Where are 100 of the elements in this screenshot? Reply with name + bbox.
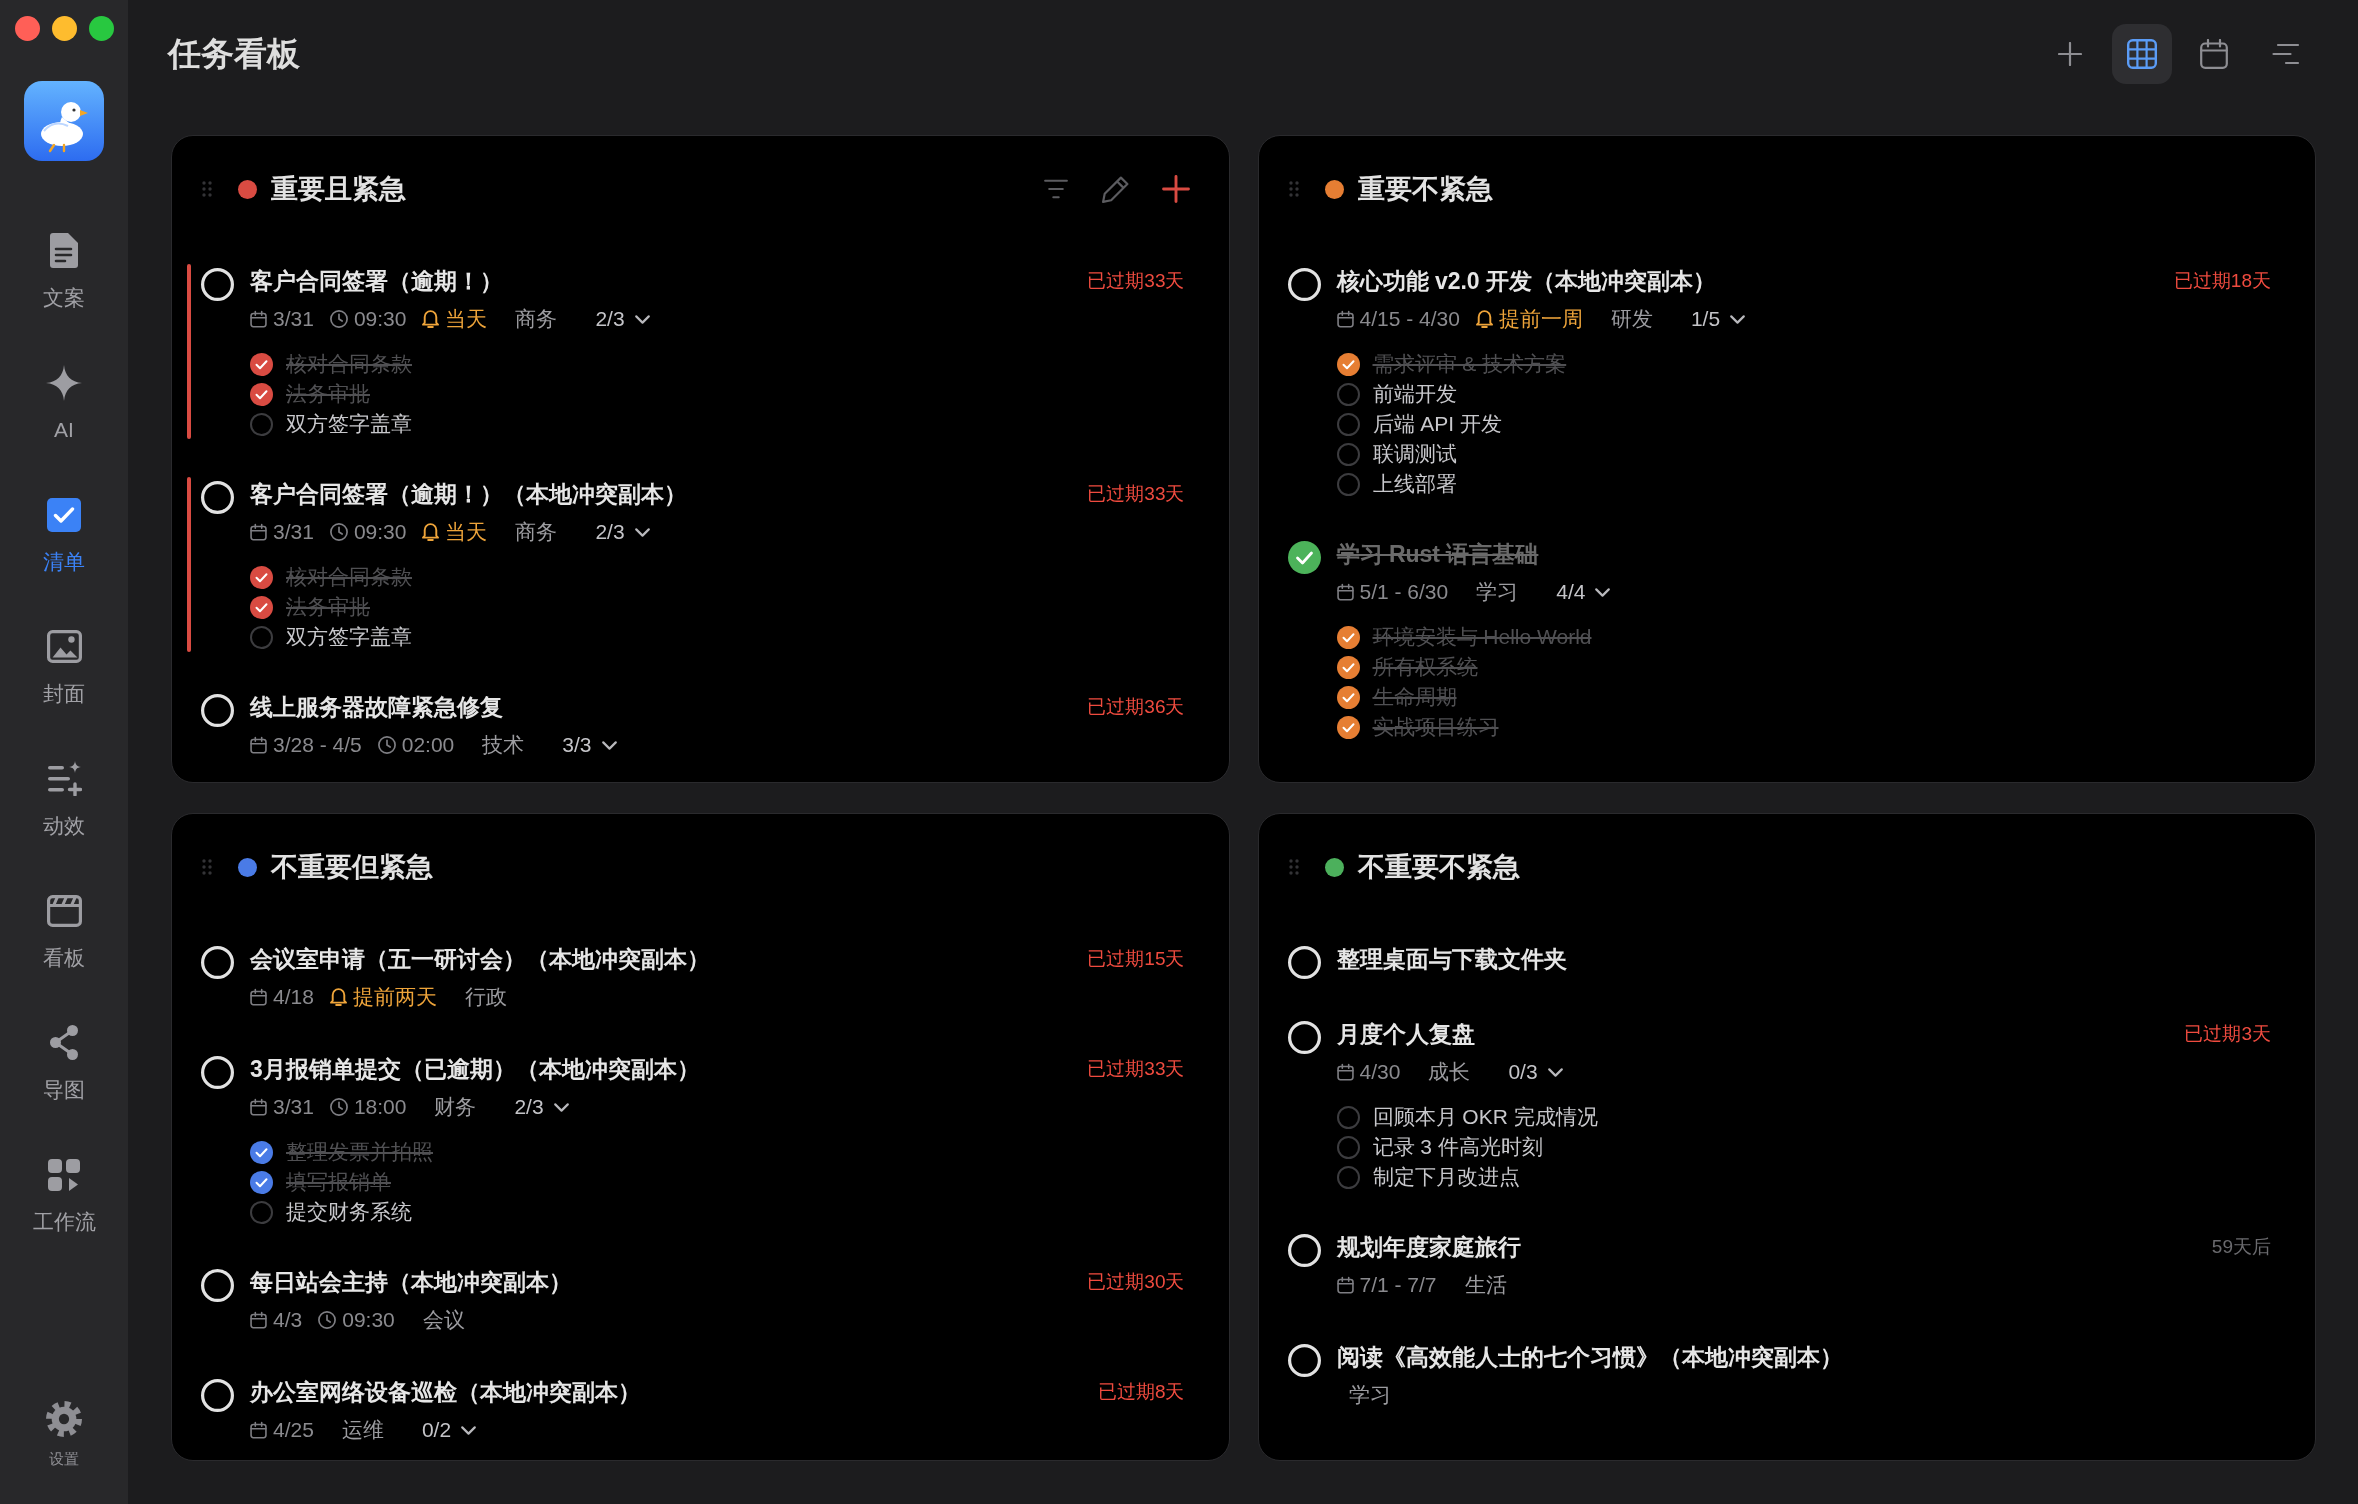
task-checkbox[interactable]	[1287, 946, 1321, 979]
subtask-checkbox[interactable]	[1336, 685, 1360, 709]
chevron-down-icon	[1595, 587, 1611, 597]
subtask-checkbox[interactable]	[250, 595, 273, 619]
sidebar-nav-item[interactable]: AI	[14, 363, 114, 444]
due-label: 59天后	[2211, 1235, 2271, 1259]
task-title: 线上服务器故障紧急修复	[250, 693, 503, 722]
time-text: 18:00	[353, 1094, 407, 1120]
calendar-icon	[1336, 310, 1354, 328]
date-text: 4/30	[1359, 1059, 1401, 1085]
sidebar-nav-item[interactable]: 封面	[14, 627, 114, 708]
subtask-text: 上线部署	[1372, 471, 1457, 497]
clock-icon	[377, 736, 396, 754]
task-title: 3月报销单提交（已逾期）（本地冲突副本）	[250, 1055, 700, 1084]
calendar-icon	[1336, 1063, 1354, 1081]
close-window-button[interactable]	[14, 15, 40, 41]
subtask-checkbox[interactable]	[1336, 1165, 1360, 1189]
sidebar-nav-item[interactable]: 清单	[14, 495, 114, 576]
task-title: 月度个人复盘	[1336, 1020, 1475, 1049]
chevron-down-icon	[634, 527, 650, 537]
task-checkbox[interactable]	[201, 1269, 234, 1302]
subtask-checkbox[interactable]	[1336, 1135, 1360, 1159]
subtask-progress-toggle[interactable]: 4/4	[1556, 577, 1611, 607]
date-text: 5/1 - 6/30	[1359, 579, 1449, 605]
subtask-progress-toggle[interactable]: 0/3	[1508, 1057, 1563, 1087]
subtask-checkbox[interactable]	[250, 1170, 273, 1194]
sidebar-nav-item[interactable]: 工作流	[14, 1155, 114, 1236]
task-checkbox[interactable]	[201, 481, 234, 514]
subtask-progress-toggle[interactable]: 0/2	[421, 1415, 477, 1445]
due-label: 已过期18天	[2173, 269, 2271, 293]
maximize-window-button[interactable]	[88, 15, 114, 41]
subtask-checkbox[interactable]	[1336, 625, 1360, 649]
task-checkbox[interactable]	[1287, 1344, 1321, 1377]
subtask-progress-toggle[interactable]: 3/3	[562, 730, 617, 760]
task-checkbox[interactable]	[1287, 1021, 1321, 1054]
chevron-down-icon	[553, 1102, 569, 1112]
minimize-window-button[interactable]	[51, 15, 77, 41]
due-label: 已过期8天	[1097, 1380, 1185, 1404]
clock-icon	[329, 523, 348, 541]
time-text: 09:30	[342, 1307, 395, 1333]
task-checkbox[interactable]	[201, 1056, 234, 1089]
tiles-icon	[48, 1158, 80, 1191]
subtask-text: 实战项目练习	[1372, 714, 1499, 740]
tag-label: 行政	[464, 984, 507, 1010]
tag-label: 学习	[1476, 579, 1519, 605]
subtask-checkbox[interactable]	[250, 565, 273, 589]
task-checkbox[interactable]	[201, 1379, 234, 1412]
drag-handle-icon[interactable]	[202, 181, 212, 197]
drag-handle-icon[interactable]	[1288, 859, 1299, 875]
calendar-icon	[250, 736, 267, 754]
document-icon	[50, 233, 78, 268]
image-icon	[46, 630, 82, 663]
subtask-checkbox[interactable]	[250, 382, 273, 406]
chevron-down-icon	[1730, 314, 1746, 324]
subtask-checkbox[interactable]	[1336, 382, 1360, 406]
tag-label: 商务	[515, 306, 558, 332]
subtask-progress-toggle[interactable]: 2/3	[514, 1092, 569, 1122]
subtask-checkbox[interactable]	[1336, 655, 1360, 679]
subtask-checkbox[interactable]	[1336, 442, 1360, 466]
subtask-checkbox[interactable]	[1336, 1105, 1360, 1129]
subtask-checkbox[interactable]	[250, 412, 273, 436]
task-checkbox[interactable]	[201, 946, 234, 979]
subtask-text: 提交财务系统	[286, 1199, 412, 1225]
grid-view-button[interactable]	[2112, 24, 2172, 84]
quadrant-title: 重要且紧急	[271, 173, 406, 206]
subtask-checkbox[interactable]	[250, 1140, 273, 1164]
subtask-checkbox[interactable]	[1336, 472, 1360, 496]
task-checkbox[interactable]	[1287, 541, 1321, 574]
subtask-checkbox[interactable]	[250, 625, 273, 649]
date-text: 4/15 - 4/30	[1359, 306, 1460, 332]
subtask-text: 双方签字盖章	[286, 624, 412, 650]
sidebar-nav-item[interactable]: 看板	[14, 891, 114, 972]
plus-icon	[1161, 175, 1190, 203]
subtask-checkbox[interactable]	[250, 1200, 273, 1224]
subtask-checkbox[interactable]	[250, 352, 273, 376]
sidebar-nav-item[interactable]: 导图	[14, 1023, 114, 1104]
subtask-progress-toggle[interactable]: 1/5	[1690, 304, 1746, 334]
sidebar-nav-item[interactable]: 文案	[14, 231, 114, 312]
task-checkbox[interactable]	[1287, 268, 1321, 301]
drag-handle-icon[interactable]	[1288, 181, 1299, 197]
subtask-progress-toggle[interactable]: 2/3	[595, 304, 650, 334]
clapperboard-icon	[46, 894, 82, 927]
subtask-text: 环境安装与 Hello World	[1372, 624, 1592, 650]
subtask-text: 双方签字盖章	[286, 411, 412, 437]
subtask-progress-toggle[interactable]: 2/3	[595, 517, 650, 547]
subtask-text: 核对合同条款	[286, 351, 412, 377]
task-checkbox[interactable]	[201, 268, 234, 301]
settings-button[interactable]: 设置	[24, 1400, 104, 1469]
subtask-checkbox[interactable]	[1336, 715, 1360, 739]
sidebar-nav-item[interactable]: 动效	[14, 759, 114, 840]
tag-label: 商务	[515, 519, 558, 545]
calendar-icon	[1336, 583, 1354, 601]
drag-handle-icon[interactable]	[202, 859, 212, 875]
due-label: 已过期3天	[2184, 1022, 2271, 1046]
time-text: 02:00	[401, 732, 455, 758]
subtask-checkbox[interactable]	[1336, 352, 1360, 376]
task-checkbox[interactable]	[201, 694, 234, 727]
task-checkbox[interactable]	[1287, 1234, 1321, 1267]
clock-icon	[329, 1098, 348, 1116]
subtask-checkbox[interactable]	[1336, 412, 1360, 436]
